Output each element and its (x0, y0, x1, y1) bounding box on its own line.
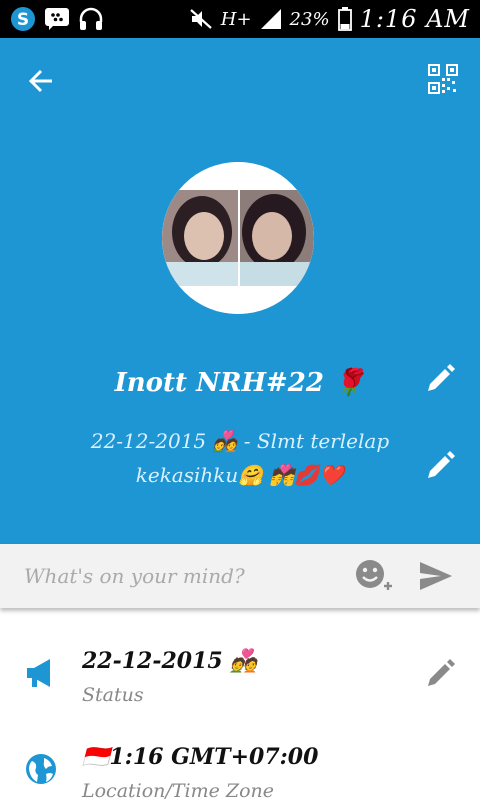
whats-on-your-mind-input[interactable] (0, 544, 352, 608)
send-button[interactable] (414, 554, 458, 598)
mute-icon (189, 8, 213, 30)
status-label: Status (82, 684, 144, 706)
status-value: 22-12-2015 💑 (82, 648, 258, 674)
location-label: Location/Time Zone (82, 780, 274, 800)
pencil-icon (428, 364, 455, 391)
edit-name-button[interactable] (424, 363, 456, 395)
megaphone-icon (24, 656, 58, 690)
arrow-left-icon (28, 69, 52, 93)
post-composer (0, 544, 480, 608)
back-button[interactable] (24, 64, 58, 98)
bbm-icon (44, 7, 70, 31)
edit-status-button[interactable] (424, 450, 456, 482)
send-icon (420, 562, 452, 590)
profile-header: Inott NRH#22 🌹 22-12-2015 💑 - Slmt terle… (0, 38, 480, 544)
status-bar: S H+ 23% 1:16 AM (0, 0, 480, 38)
battery-icon (337, 7, 352, 31)
profile-avatar[interactable] (162, 162, 314, 314)
smiley-add-icon (356, 560, 392, 590)
profile-name: Inott NRH#22 🌹 (114, 368, 366, 398)
clock: 1:16 AM (359, 5, 470, 33)
add-emoji-button[interactable] (352, 554, 396, 598)
headphones-icon (78, 7, 104, 31)
status-row[interactable]: 22-12-2015 💑 Status (0, 626, 480, 716)
pencil-icon (428, 451, 455, 478)
qr-code-button[interactable] (428, 64, 458, 94)
location-value: 🇮🇩1:16 GMT+07:00 (82, 744, 318, 770)
qr-code-icon (428, 64, 458, 94)
battery-percent: 23% (289, 8, 330, 30)
signal-icon (260, 8, 282, 30)
avatar-photo-right (240, 190, 314, 286)
edit-status-row-button[interactable] (424, 658, 456, 690)
s-app-icon: S (10, 6, 36, 32)
pencil-icon (428, 659, 455, 686)
svg-text:S: S (17, 10, 29, 30)
indonesia-flag-icon: 🇮🇩 (82, 744, 110, 770)
time-zone-value: 1:16 GMT+07:00 (109, 744, 319, 770)
location-row[interactable]: 🇮🇩1:16 GMT+07:00 Location/Time Zone (0, 722, 480, 800)
globe-icon (24, 752, 58, 786)
profile-status-message: 22-12-2015 💑 - Slmt terlelap kekasihku🤗 … (90, 429, 390, 487)
avatar-photo-left (162, 190, 238, 286)
network-type: H+ (220, 8, 252, 30)
